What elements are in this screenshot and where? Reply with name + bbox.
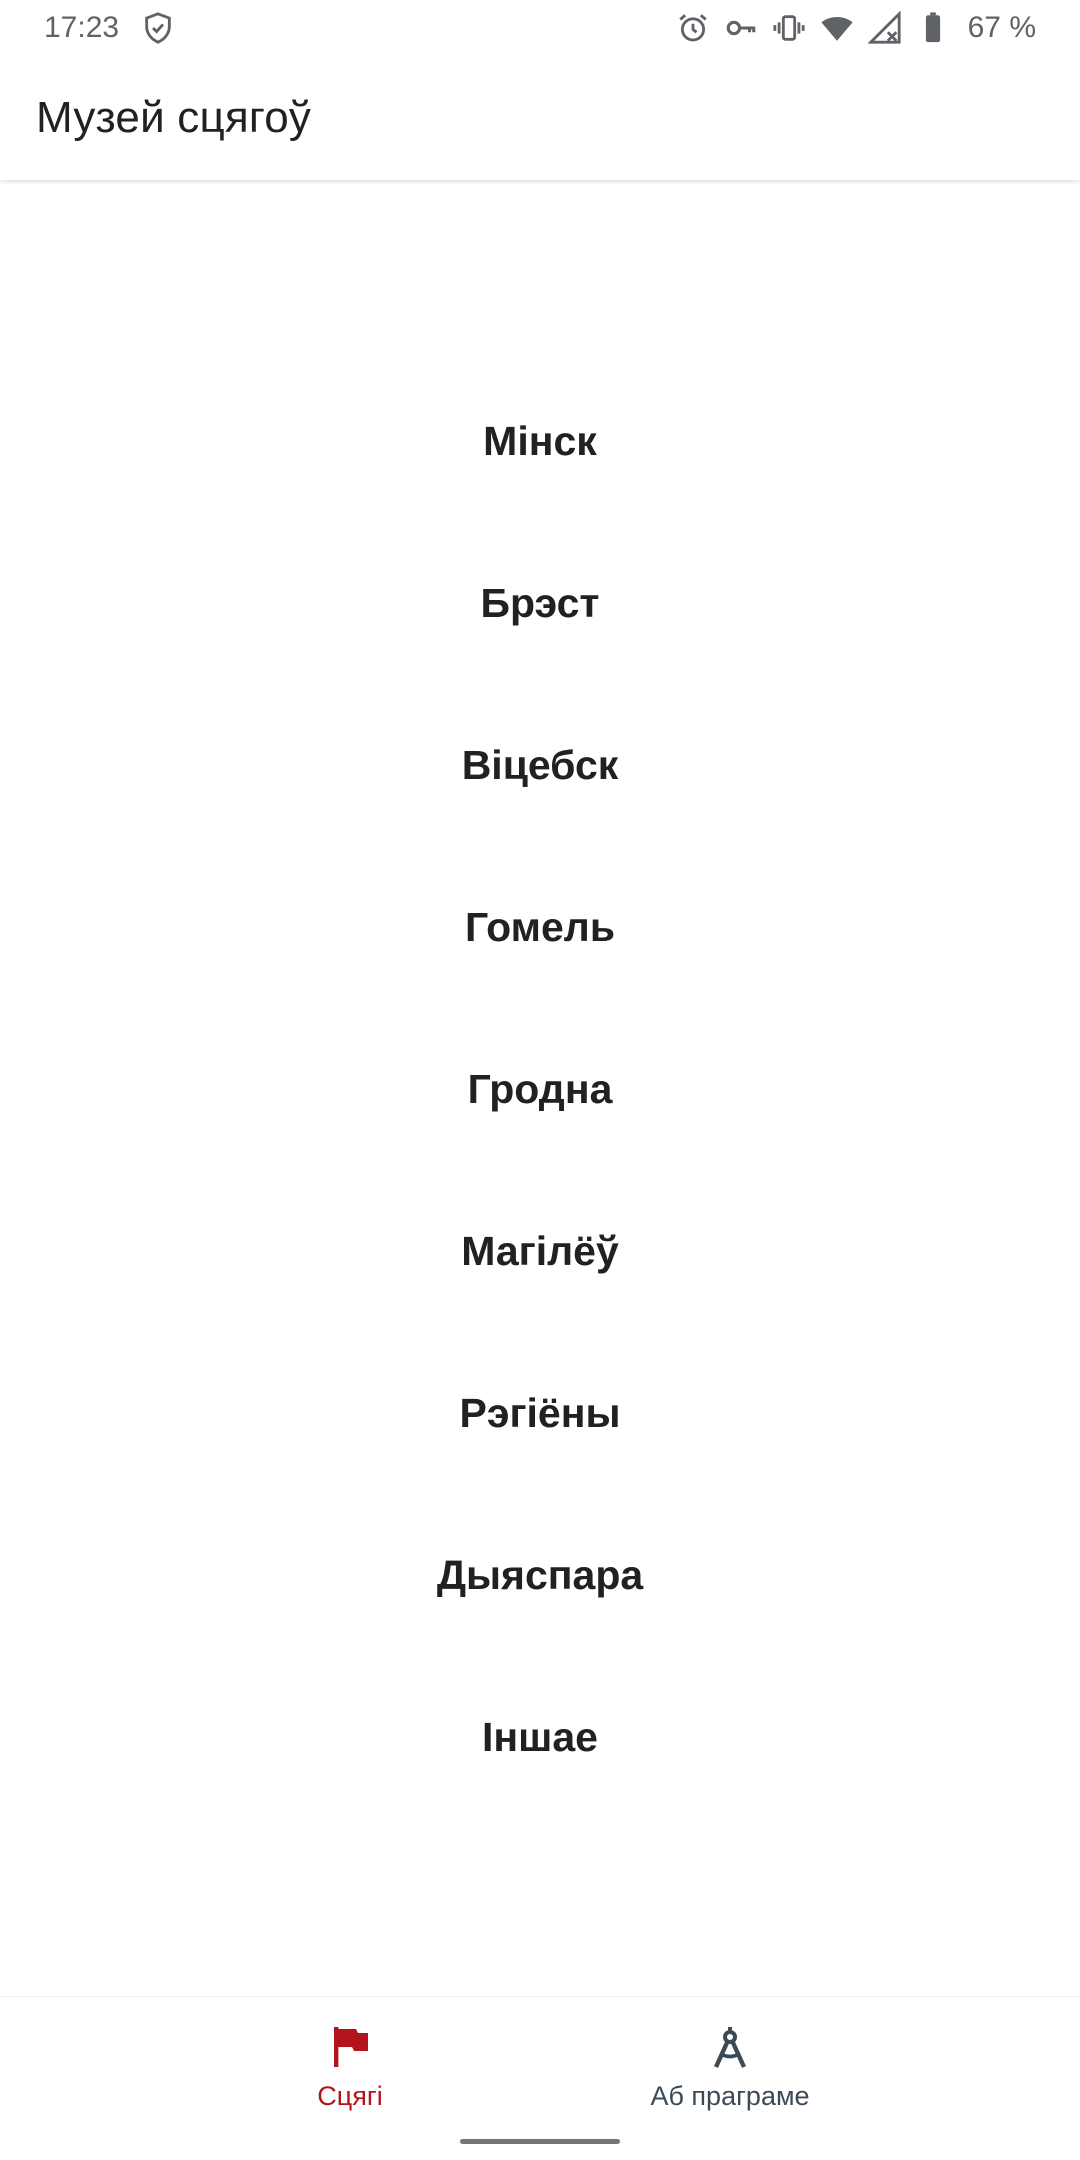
compass-icon: [706, 2023, 754, 2071]
battery-percent: 67 %: [967, 11, 1036, 44]
region-item-diaspora[interactable]: Дыяспара: [0, 1494, 1080, 1656]
region-item-minsk[interactable]: Мінск: [0, 360, 1080, 522]
flag-icon: [326, 2023, 374, 2071]
screen: 17:23 67 % Музей сцягоў Мінск Брэст Віце…: [0, 0, 1080, 2160]
status-right: 67 %: [676, 11, 1036, 45]
region-item-vitebsk[interactable]: Віцебск: [0, 684, 1080, 846]
region-item-grodno[interactable]: Гродна: [0, 1008, 1080, 1170]
region-item-regions[interactable]: Рэгіёны: [0, 1332, 1080, 1494]
wifi-icon: [820, 11, 854, 45]
bottom-navigation: Сцягі Аб праграме: [0, 1996, 1080, 2160]
nav-item-about[interactable]: Аб праграме: [540, 1997, 920, 2160]
key-icon: [724, 11, 758, 45]
no-signal-icon: [867, 11, 902, 45]
region-item-mogilev[interactable]: Магілёў: [0, 1170, 1080, 1332]
alarm-icon: [676, 11, 710, 45]
region-item-gomel[interactable]: Гомель: [0, 846, 1080, 1008]
page-title: Музей сцягоў: [36, 93, 312, 142]
shield-check-icon: [141, 11, 175, 45]
status-time: 17:23: [44, 11, 120, 44]
nav-item-flags[interactable]: Сцягі: [160, 1997, 540, 2160]
nav-label-flags: Сцягі: [317, 2081, 383, 2111]
app-bar: Музей сцягоў: [0, 56, 1080, 180]
vibrate-icon: [772, 11, 806, 45]
region-list: Мінск Брэст Віцебск Гомель Гродна Магілё…: [0, 360, 1080, 1818]
battery-icon: [916, 11, 950, 45]
nav-label-about: Аб праграме: [650, 2081, 810, 2111]
status-left: 17:23: [44, 11, 175, 45]
status-bar: 17:23 67 %: [0, 0, 1080, 56]
region-item-brest[interactable]: Брэст: [0, 522, 1080, 684]
region-item-other[interactable]: Іншае: [0, 1656, 1080, 1818]
gesture-bar[interactable]: [460, 2139, 620, 2144]
